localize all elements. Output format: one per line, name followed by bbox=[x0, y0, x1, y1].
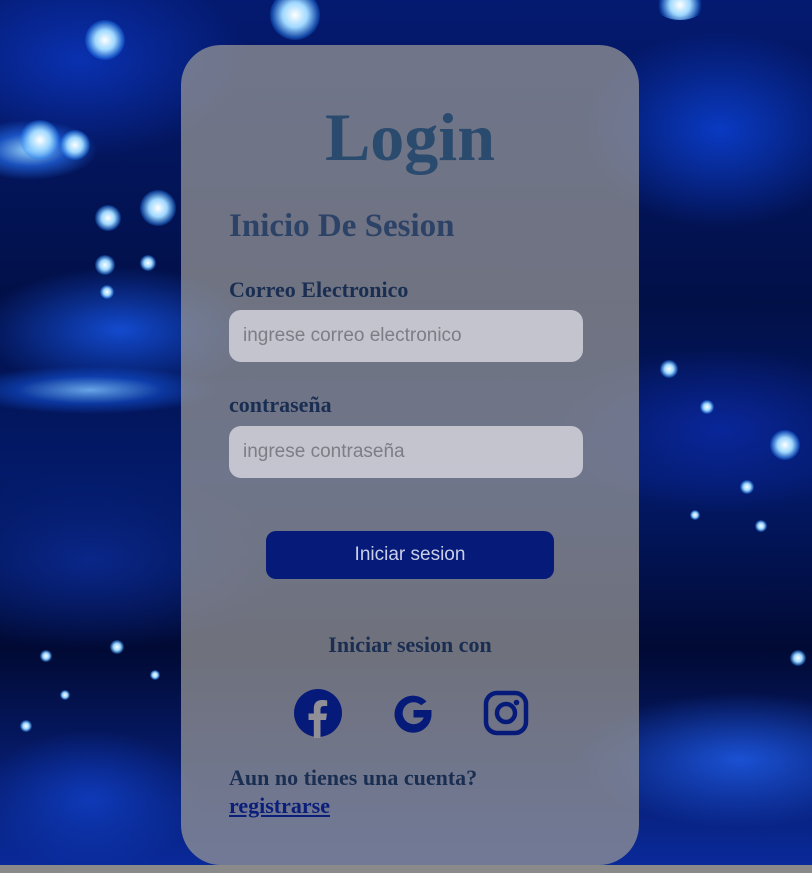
social-login-label: Iniciar sesion con bbox=[328, 632, 492, 657]
register-link[interactable]: registrarse bbox=[229, 793, 330, 819]
instagram-icon[interactable] bbox=[481, 688, 531, 738]
password-label: contraseña bbox=[229, 392, 332, 417]
login-subtitle: Inicio De Sesion bbox=[229, 208, 455, 244]
login-button[interactable]: Iniciar sesion bbox=[266, 531, 554, 579]
email-label: Correo Electronico bbox=[229, 277, 409, 302]
bottom-scrollbar bbox=[0, 865, 812, 873]
email-field[interactable] bbox=[229, 310, 583, 362]
facebook-icon[interactable] bbox=[293, 688, 343, 738]
login-card: Login Inicio De Sesion Correo Electronic… bbox=[181, 45, 639, 865]
no-account-text: Aun no tienes una cuenta? bbox=[229, 765, 478, 790]
google-icon[interactable] bbox=[388, 688, 438, 738]
password-field[interactable] bbox=[229, 426, 583, 478]
page-title: Login bbox=[324, 99, 496, 175]
